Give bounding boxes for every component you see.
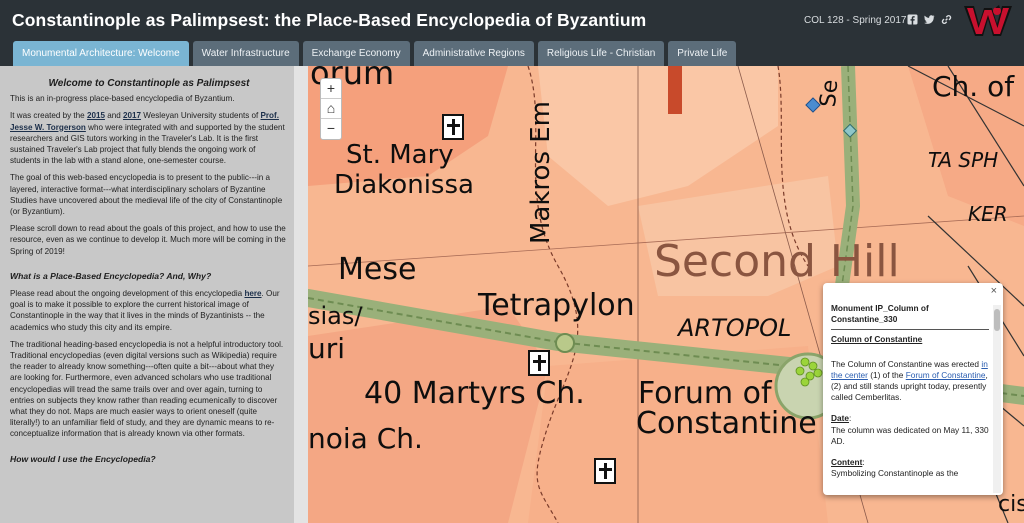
facebook-icon[interactable] (907, 14, 918, 25)
header-bar: Constantinople as Palimpsest: the Place-… (0, 0, 1024, 66)
church-marker-tetrapylon[interactable] (528, 350, 550, 376)
map-label-uri: uri (308, 332, 346, 365)
popup-subtitle: Column of Constantine (831, 334, 923, 345)
content-label: Content (831, 457, 863, 468)
link-forum-of-constantine[interactable]: Forum of Constantine (906, 370, 986, 380)
tab-religious-life-christian[interactable]: Religious Life - Christian (537, 41, 665, 66)
link-2017[interactable]: 2017 (123, 111, 141, 120)
map-label-se: Se (816, 78, 844, 109)
course-label: COL 128 - Spring 2017 (804, 15, 907, 26)
wesleyan-logo[interactable] (962, 2, 1014, 38)
sidebar-content: Welcome to Constantinople as Palimpsest … (10, 78, 288, 471)
home-button[interactable]: ⌂ (321, 99, 341, 119)
map-label-st-mary: St. Mary (346, 140, 454, 170)
goal-paragraph: The goal of this web-based encyclopedia … (10, 173, 283, 217)
sidebar-scrollbar[interactable] (294, 66, 308, 523)
twitter-icon[interactable] (924, 14, 935, 25)
site-title[interactable]: Constantinople as Palimpsest: the Place-… (12, 10, 646, 31)
church-marker-st-mary[interactable] (442, 114, 464, 140)
church-marker-forum[interactable] (594, 458, 616, 484)
popup-scrollbar[interactable] (993, 305, 1001, 493)
map-label-constantine: Constantine (636, 406, 817, 441)
popup-description: The Column of Constantine was erected in… (831, 358, 988, 403)
link-icon[interactable] (941, 14, 952, 25)
map-label-noia-ch: noia Ch. (308, 422, 423, 455)
map-zoom-control: + ⌂ − (320, 78, 342, 140)
popup-date-section: Date: (831, 413, 852, 424)
how-heading: How would I use the Encyclopedia? (10, 453, 156, 464)
tab-monumental-architecture[interactable]: Monumental Architecture: Welcome (13, 41, 189, 66)
map-label-mese: Mese (338, 252, 417, 287)
tab-private-life[interactable]: Private Life (668, 41, 737, 66)
welcome-heading: Welcome to Constantinople as Palimpsest (48, 78, 250, 89)
popup-body: Monument IP_Column of Constantine_330 Co… (831, 303, 989, 489)
development-paragraph: Please read about the ongoing developmen… (10, 289, 280, 332)
popup-content-section: Content: (831, 457, 865, 468)
zoom-in-button[interactable]: + (321, 79, 341, 99)
credits-paragraph: It was created by the 2015 and 2017 Wesl… (10, 111, 285, 166)
map-label-makros-embolos: Makros Em (526, 100, 556, 244)
scroll-paragraph: Please scroll down to read about the goa… (10, 224, 286, 256)
map-label-diakonissa: Diakonissa (334, 170, 474, 200)
intro-text: This is an in-progress place-based encyc… (10, 94, 235, 104)
tab-administrative-regions[interactable]: Administrative Regions (413, 41, 534, 66)
popup-content-text: Symbolizing Constantinople as the (831, 468, 959, 479)
map-label-40-martyrs: 40 Martyrs Ch. (364, 376, 585, 411)
map-label-ch-of: Ch. of (932, 70, 1015, 103)
zoom-out-button[interactable]: − (321, 119, 341, 139)
popup-scroll-thumb[interactable] (994, 309, 1000, 331)
what-heading: What is a Place-Based Encyclopedia? And,… (10, 270, 212, 281)
popup-date-text: The column was dedicated on May 11, 330 … (831, 424, 989, 446)
tab-bar: Monumental Architecture: Welcome Water I… (13, 41, 737, 66)
map-label-ta-sph: TA SPH (928, 148, 999, 172)
map-label-tetrapylon: Tetrapylon (478, 288, 635, 323)
popup-title: Monument IP_Column of Constantine_330 (831, 303, 989, 331)
tab-water-infrastructure[interactable]: Water Infrastructure (192, 41, 299, 66)
monument-popup: × Monument IP_Column of Constantine_330 … (823, 283, 1003, 495)
sidebar-panel[interactable]: Welcome to Constantinople as Palimpsest … (0, 66, 294, 523)
link-2015[interactable]: 2015 (87, 111, 105, 120)
map-label-artopoleia: ARTOPOL (678, 314, 792, 342)
map-label-cist: cist (998, 492, 1024, 517)
link-here[interactable]: here (244, 289, 261, 298)
map-label-ker: KER (968, 202, 1008, 226)
traditional-paragraph: The traditional heading-based encycloped… (10, 339, 284, 439)
map-label-second-hill: Second Hill (654, 236, 900, 287)
date-label: Date (831, 413, 849, 424)
map-label-sias: sias/ (308, 302, 363, 330)
tab-exchange-economy[interactable]: Exchange Economy (302, 41, 410, 66)
popup-close-button[interactable]: × (991, 285, 997, 297)
